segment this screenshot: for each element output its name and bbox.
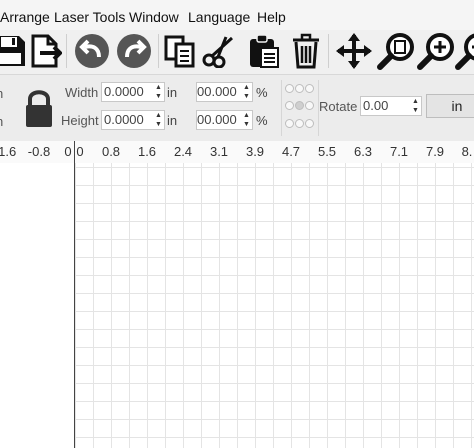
width-label: Width bbox=[65, 85, 99, 100]
ruler-label: 0 bbox=[64, 144, 72, 159]
width-percent-sign: % bbox=[256, 85, 268, 100]
width-unit: in bbox=[167, 85, 178, 100]
paste-icon bbox=[250, 34, 279, 68]
zoom-out-icon bbox=[455, 33, 474, 70]
width-input[interactable]: 0.0000 ▲ ▼ bbox=[101, 82, 165, 102]
offpage-area[interactable] bbox=[0, 163, 74, 448]
ruler-label: 5.5 bbox=[317, 144, 337, 159]
delete-icon bbox=[293, 33, 319, 69]
redo-icon bbox=[117, 34, 151, 68]
ruler-label: 0.8 bbox=[101, 144, 121, 159]
anchor-bottom-right[interactable] bbox=[305, 119, 314, 128]
shape-properties-panel: n n Width 0.0000 ▲▼ in Height 0.0000 ▲▼ … bbox=[0, 74, 474, 141]
menu-language[interactable]: Language bbox=[188, 9, 250, 25]
cut-icon bbox=[202, 36, 234, 68]
y-position-label: n bbox=[0, 114, 3, 129]
work-area-grid[interactable] bbox=[75, 163, 474, 448]
ruler-label: 7.1 bbox=[389, 144, 409, 159]
anchor-middle-left[interactable] bbox=[285, 101, 294, 110]
width-percent-input[interactable]: 00.000 ▲ ▼ bbox=[196, 82, 253, 102]
cut-button[interactable] bbox=[199, 31, 239, 71]
zoom-in-icon bbox=[417, 33, 454, 70]
paste-button[interactable] bbox=[244, 31, 284, 71]
copy-icon bbox=[164, 35, 195, 68]
ruler-label: -0.8 bbox=[27, 144, 51, 159]
ruler-label: -1.6 bbox=[0, 144, 17, 159]
menu-window[interactable]: Window bbox=[129, 9, 179, 25]
width-percent-value: 00.000 bbox=[197, 84, 237, 99]
undo-icon bbox=[75, 34, 109, 68]
anchor-top-left[interactable] bbox=[285, 84, 294, 93]
anchor-bottom-center[interactable] bbox=[295, 119, 304, 128]
width-percent-spin-arrows[interactable]: ▲ ▼ bbox=[241, 83, 252, 101]
menu-arrange[interactable]: Arrange bbox=[0, 9, 50, 25]
ruler-label: 8. bbox=[461, 144, 473, 159]
rotate-label: Rotate bbox=[319, 99, 358, 114]
x-position-label: n bbox=[0, 86, 3, 101]
horizontal-ruler: -1.6 -0.8 0 0 0.8 1.6 2.4 3.1 3.9 4.7 5.… bbox=[0, 141, 474, 164]
height-percent-spin-arrows[interactable]: ▲ ▼ bbox=[241, 111, 252, 129]
lock-aspect-button[interactable] bbox=[22, 87, 56, 129]
save-icon bbox=[0, 36, 25, 66]
ruler-label: 7.9 bbox=[425, 144, 445, 159]
ruler-label: 2.4 bbox=[173, 144, 193, 159]
menu-help[interactable]: Help bbox=[257, 9, 286, 25]
copy-button[interactable] bbox=[160, 31, 200, 71]
height-label: Height bbox=[61, 113, 99, 128]
ruler-label: 6.3 bbox=[353, 144, 373, 159]
height-percent-value: 00.000 bbox=[197, 112, 237, 127]
ruler-label: 4.7 bbox=[281, 144, 301, 159]
units-toggle-button[interactable]: in bbox=[426, 94, 474, 118]
anchor-top-center[interactable] bbox=[295, 84, 304, 93]
ruler-label: 1.6 bbox=[137, 144, 157, 159]
origin-line bbox=[74, 141, 75, 448]
lock-icon bbox=[26, 90, 52, 127]
delete-button[interactable] bbox=[286, 31, 326, 71]
anchor-top-right[interactable] bbox=[305, 84, 314, 93]
rotate-input[interactable]: 0.00 ▲ ▼ bbox=[360, 96, 422, 116]
zoom-in-button[interactable] bbox=[416, 31, 456, 71]
redo-button[interactable] bbox=[114, 31, 154, 71]
anchor-bottom-left[interactable] bbox=[285, 119, 294, 128]
ruler-label: 3.9 bbox=[245, 144, 265, 159]
anchor-middle-right[interactable] bbox=[305, 101, 314, 110]
rotate-spin-arrows[interactable]: ▲ ▼ bbox=[410, 97, 421, 115]
move-icon bbox=[336, 33, 372, 69]
zoom-out-button[interactable] bbox=[454, 31, 474, 71]
height-spin-arrows[interactable]: ▲ ▼ bbox=[153, 111, 164, 129]
height-percent-input[interactable]: 00.000 ▲ ▼ bbox=[196, 110, 253, 130]
ruler-label: 3.1 bbox=[209, 144, 229, 159]
height-unit: in bbox=[167, 113, 178, 128]
undo-button[interactable] bbox=[72, 31, 112, 71]
height-percent-sign: % bbox=[256, 113, 268, 128]
ruler-label: 0 bbox=[76, 144, 84, 159]
zoom-page-button[interactable] bbox=[376, 31, 416, 71]
move-button[interactable] bbox=[334, 31, 374, 71]
zoom-page-icon bbox=[377, 33, 414, 70]
anchor-center[interactable] bbox=[295, 101, 304, 110]
export-icon bbox=[31, 34, 62, 68]
height-value: 0.0000 bbox=[104, 112, 144, 127]
height-input[interactable]: 0.0000 ▲ ▼ bbox=[101, 110, 165, 130]
menu-laser-tools[interactable]: Laser Tools bbox=[54, 9, 125, 25]
width-value: 0.0000 bbox=[104, 84, 144, 99]
toolbar bbox=[0, 30, 474, 74]
width-spin-arrows[interactable]: ▲ ▼ bbox=[153, 83, 164, 101]
anchor-selector bbox=[281, 80, 319, 136]
export-button[interactable] bbox=[25, 31, 65, 71]
rotate-value: 0.00 bbox=[363, 98, 389, 113]
